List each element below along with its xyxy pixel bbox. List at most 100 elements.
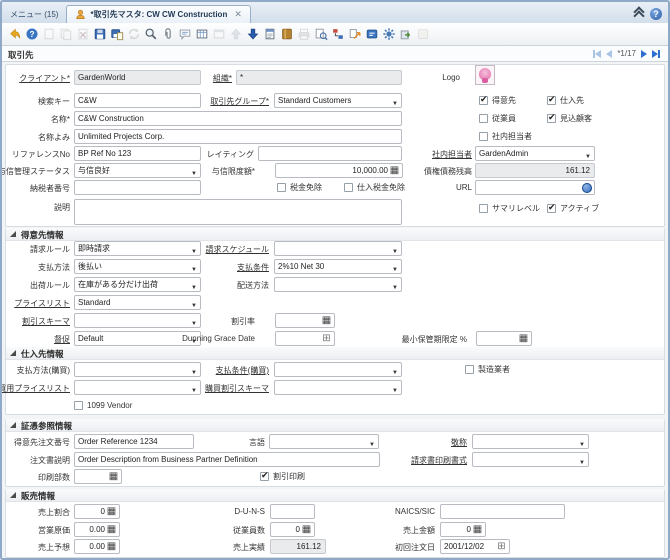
collapse-header-icon[interactable] xyxy=(633,6,645,22)
min-shelf-life-field[interactable]: ▦ xyxy=(476,331,532,346)
po-payment-term-select[interactable]: ▼ xyxy=(274,362,402,377)
payment-term-select[interactable]: 2%10 Net 30 ▼ xyxy=(274,259,402,274)
previous-record-button[interactable] xyxy=(606,49,613,58)
export-icon[interactable] xyxy=(397,26,414,43)
active-checkbox[interactable]: アクティブ xyxy=(547,202,599,214)
sales-rep-select[interactable]: GardenAdmin ▼ xyxy=(475,146,595,161)
summary-checkbox[interactable]: サマリレベル xyxy=(479,203,540,214)
copy-record-icon[interactable] xyxy=(57,26,74,43)
employees-field[interactable]: 0 ▦ xyxy=(270,522,315,537)
grid-toggle-icon[interactable] xyxy=(193,26,210,43)
undo-icon[interactable] xyxy=(6,26,23,43)
po-discount-schema-label[interactable]: 購買割引スキーマ xyxy=(152,383,269,393)
share-field[interactable]: 0 ▦ xyxy=(74,504,120,519)
dunning-grace-field[interactable]: ⊞ xyxy=(275,331,335,346)
calculator-icon[interactable]: ▦ xyxy=(321,315,332,326)
payment-term-label[interactable]: 支払条件 xyxy=(152,262,269,272)
calculator-icon[interactable]: ▦ xyxy=(106,524,117,535)
po-payment-term-label[interactable]: 支払条件(購買) xyxy=(152,365,269,375)
section-sales-header[interactable]: 販売情報 xyxy=(6,489,664,502)
close-tab-icon[interactable]: ✕ xyxy=(234,9,242,20)
bp-group-label[interactable]: 取引先グループ* xyxy=(152,96,269,106)
prospect-checkbox[interactable]: 見込顧客 xyxy=(547,112,592,124)
section-customer-header[interactable]: 得意先情報 xyxy=(6,228,664,241)
acquisition-cost-field[interactable]: 0.00 ▦ xyxy=(74,522,120,537)
invoice-print-format-label[interactable]: 請求書印刷書式 xyxy=(362,455,467,465)
dunning-label[interactable]: 督促 xyxy=(2,334,70,344)
sales-volume-field[interactable]: 0 ▦ xyxy=(440,522,486,537)
invoice-schedule-select[interactable]: ▼ xyxy=(274,241,402,256)
first-sale-field[interactable]: 2001/12/02 ⊞ xyxy=(440,539,510,554)
sales-rep-label[interactable]: 社内担当者 xyxy=(402,149,472,159)
delete-record-icon[interactable] xyxy=(74,26,91,43)
name-field[interactable]: C&W Construction xyxy=(74,111,402,126)
new-record-icon[interactable] xyxy=(40,26,57,43)
greeting-select[interactable]: ▼ xyxy=(472,434,589,449)
potential-value-field[interactable]: 0.00 ▦ xyxy=(74,539,120,554)
calculator-icon[interactable]: ▦ xyxy=(108,471,119,482)
naics-field[interactable] xyxy=(440,504,565,519)
po-discount-schema-select[interactable]: ▼ xyxy=(274,380,402,395)
record-info-icon[interactable] xyxy=(312,26,329,43)
tax-id-field[interactable] xyxy=(74,180,201,195)
save-icon[interactable] xyxy=(91,26,108,43)
url-field[interactable] xyxy=(475,180,595,195)
greeting-label[interactable]: 敬称 xyxy=(362,437,467,447)
po-tax-exempt-checkbox[interactable]: 仕入税金免除 xyxy=(344,182,405,193)
tax-exempt-checkbox[interactable]: 税金免除 xyxy=(277,182,322,193)
last-record-button[interactable] xyxy=(652,49,660,58)
help-icon[interactable]: ? xyxy=(650,8,662,20)
vendor-checkbox[interactable]: 仕入先 xyxy=(547,94,584,106)
description-textarea[interactable] xyxy=(74,199,402,225)
zoom-across-icon[interactable] xyxy=(346,26,363,43)
calculator-icon[interactable]: ▦ xyxy=(518,333,529,344)
price-list-label[interactable]: プライスリスト xyxy=(2,298,70,308)
delivery-via-select[interactable]: ▼ xyxy=(274,277,402,292)
calculator-icon[interactable]: ▦ xyxy=(301,524,312,535)
post-icon[interactable] xyxy=(414,26,431,43)
order-description-field[interactable]: Order Description from Business Partner … xyxy=(74,452,380,467)
invoice-print-format-select[interactable]: ▼ xyxy=(472,452,589,467)
salesrep-checkbox[interactable]: 社内担当者 xyxy=(479,131,532,142)
parent-record-icon[interactable] xyxy=(227,26,244,43)
request-icon[interactable] xyxy=(363,26,380,43)
tab-menu[interactable]: メニュー (15) xyxy=(2,6,66,23)
logo-image[interactable] xyxy=(475,65,495,85)
find-icon[interactable] xyxy=(142,26,159,43)
org-label[interactable]: 組織* xyxy=(152,73,232,83)
refresh-icon[interactable] xyxy=(125,26,142,43)
globe-icon[interactable] xyxy=(582,183,592,193)
calendar-icon[interactable]: ⊞ xyxy=(321,333,332,344)
vendor-1099-checkbox[interactable]: 1099 Vendor xyxy=(74,400,132,411)
preference-icon[interactable] xyxy=(210,26,227,43)
client-label[interactable]: クライアント* xyxy=(2,73,70,83)
section-docref-header[interactable]: 証憑参照情報 xyxy=(6,419,664,432)
flat-discount-field[interactable]: ▦ xyxy=(275,313,335,328)
discount-printed-checkbox[interactable]: 割引印刷 xyxy=(260,470,305,482)
report-icon[interactable] xyxy=(261,26,278,43)
help-icon[interactable]: ? xyxy=(23,26,40,43)
rating-field[interactable] xyxy=(258,146,402,161)
next-record-button[interactable] xyxy=(641,49,647,58)
customer-checkbox[interactable]: 得意先 xyxy=(479,94,516,106)
tab-business-partner[interactable]: *取引先マスタ: CW CW Construction ✕ xyxy=(66,5,251,23)
first-record-button[interactable] xyxy=(593,49,602,58)
calculator-icon[interactable]: ▦ xyxy=(106,541,117,552)
duns-field[interactable] xyxy=(270,504,315,519)
calendar-icon[interactable]: ⊞ xyxy=(496,541,507,552)
calculator-icon[interactable]: ▦ xyxy=(106,506,117,517)
discount-schema-label[interactable]: 割引スキーマ xyxy=(2,316,70,326)
name2-field[interactable]: Unlimited Projects Corp. xyxy=(74,129,402,144)
print-icon[interactable] xyxy=(295,26,312,43)
archive-icon[interactable] xyxy=(278,26,295,43)
po-price-list-label[interactable]: 購買用プライスリスト xyxy=(2,383,70,393)
process-icon[interactable] xyxy=(380,26,397,43)
calculator-icon[interactable]: ▦ xyxy=(472,524,483,535)
chat-icon[interactable] xyxy=(176,26,193,43)
section-vendor-header[interactable]: 仕入先情報 xyxy=(6,347,664,360)
workflow-icon[interactable] xyxy=(329,26,346,43)
document-copies-field[interactable]: ▦ xyxy=(74,469,122,484)
attachment-icon[interactable] xyxy=(159,26,176,43)
bp-group-select[interactable]: Standard Customers ▼ xyxy=(274,93,402,108)
employee-checkbox[interactable]: 従業員 xyxy=(479,113,516,124)
